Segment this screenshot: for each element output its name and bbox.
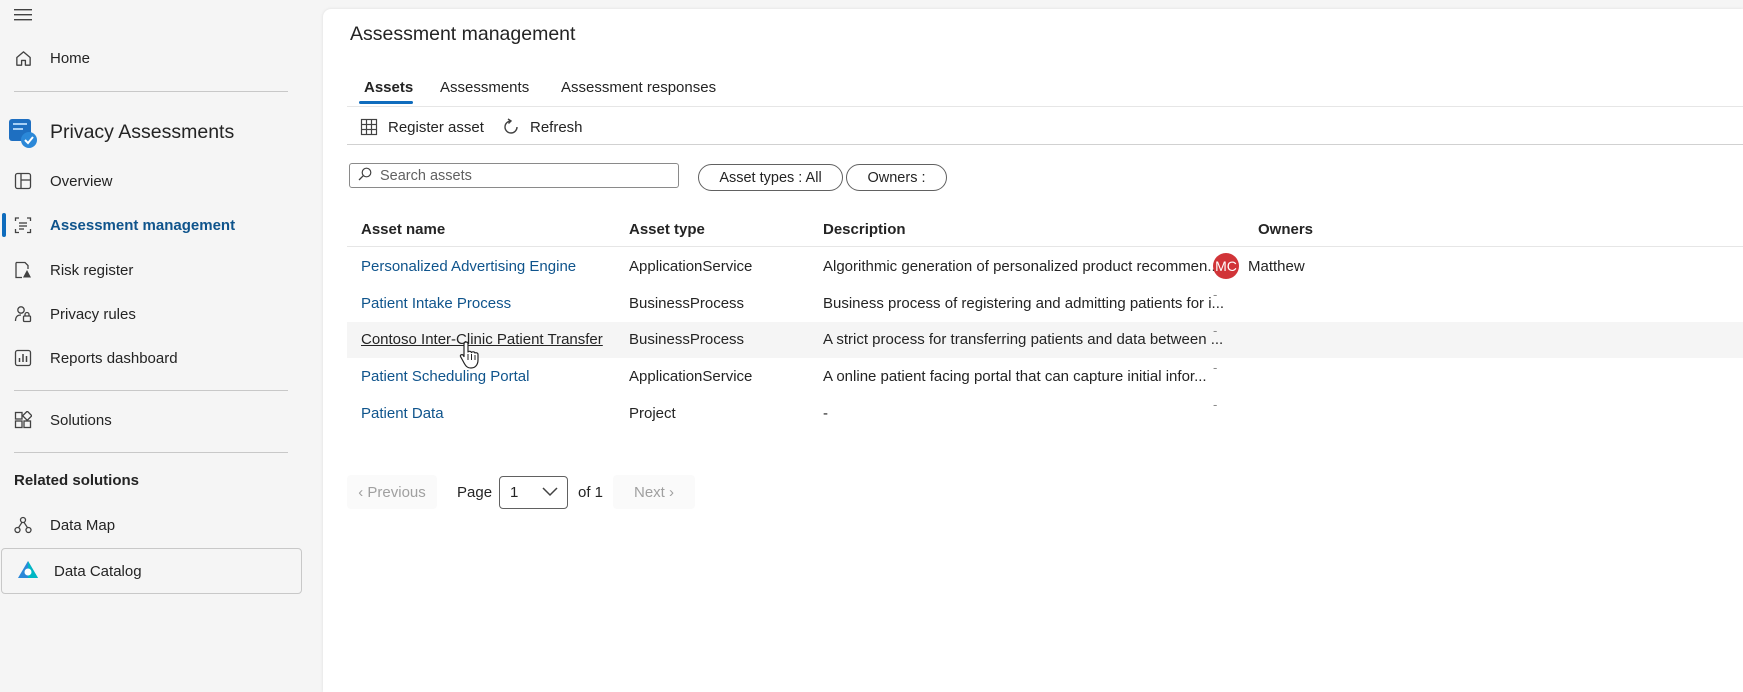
data-catalog-icon — [17, 560, 39, 584]
asset-name-link[interactable]: Personalized Advertising Engine — [361, 258, 576, 275]
table-row[interactable]: Patient Data Project - - — [347, 396, 1743, 432]
sidebar-item-risk-register[interactable]: Risk register — [0, 252, 300, 288]
privacy-rules-icon — [13, 304, 33, 324]
data-map-icon — [13, 515, 33, 535]
app-title: Privacy Assessments — [50, 121, 235, 143]
asset-type: BusinessProcess — [629, 295, 745, 312]
asset-description: - — [823, 405, 828, 422]
asset-description: A online patient facing portal that can … — [823, 368, 1207, 385]
table-row[interactable]: Personalized Advertising Engine Applicat… — [347, 249, 1743, 285]
sidebar-item-solutions[interactable]: Solutions — [0, 402, 300, 438]
reports-icon — [13, 348, 33, 368]
search-input[interactable] — [380, 167, 670, 184]
asset-type: Project — [629, 405, 676, 422]
sidebar-item-label: Overview — [50, 172, 113, 190]
sidebar-item-data-catalog[interactable]: Data Catalog — [1, 548, 302, 594]
asset-name-link[interactable]: Patient Intake Process — [361, 295, 511, 312]
next-page-button[interactable]: Next › — [613, 475, 695, 509]
sidebar-item-label: Assessment management — [50, 216, 236, 234]
sidebar-item-reports-dashboard[interactable]: Reports dashboard — [0, 340, 300, 376]
table-row[interactable]: Contoso Inter-Clinic Patient Transfer Bu… — [347, 322, 1743, 358]
column-header-description[interactable]: Description — [823, 221, 906, 238]
related-solutions-heading: Related solutions — [14, 472, 140, 489]
refresh-button[interactable]: Refresh — [501, 116, 583, 138]
refresh-label: Refresh — [530, 118, 583, 136]
search-box — [349, 163, 679, 188]
sidebar-divider — [14, 91, 288, 92]
column-header-asset-name[interactable]: Asset name — [361, 221, 445, 238]
search-icon — [358, 167, 372, 185]
asset-description: A strict process for transferring patien… — [823, 331, 1224, 348]
owner-empty: - — [1213, 397, 1218, 412]
page-label: Page — [457, 484, 493, 501]
sidebar-item-label: Privacy rules — [50, 305, 136, 323]
table-row[interactable]: Patient Intake Process BusinessProcess B… — [347, 286, 1743, 322]
page-title: Assessment management — [350, 23, 576, 45]
tab-assessment-responses[interactable]: Assessment responses — [561, 79, 716, 96]
column-header-asset-type[interactable]: Asset type — [629, 221, 705, 238]
asset-name-link[interactable]: Patient Data — [361, 405, 444, 422]
sidebar-divider — [14, 452, 288, 453]
table-header-divider — [347, 246, 1743, 247]
active-tab-indicator — [359, 101, 413, 104]
asset-description: Business process of registering and admi… — [823, 295, 1225, 312]
sidebar-item-assessment-management[interactable]: Assessment management — [0, 207, 300, 243]
sidebar-divider — [14, 390, 288, 391]
solutions-icon — [13, 410, 33, 430]
chevron-down-icon — [542, 487, 558, 497]
table-row[interactable]: Patient Scheduling Portal ApplicationSer… — [347, 359, 1743, 395]
register-asset-button[interactable]: Register asset — [359, 116, 484, 138]
tab-assessments[interactable]: Assessments — [440, 79, 529, 96]
home-icon — [13, 48, 33, 68]
asset-name-link[interactable]: Patient Scheduling Portal — [361, 368, 529, 385]
sidebar-item-label: Risk register — [50, 261, 134, 279]
sidebar-item-label: Home — [50, 49, 91, 67]
owners-filter[interactable]: Owners : — [846, 164, 947, 191]
page-select[interactable]: 1 — [499, 476, 568, 509]
owner-empty: - — [1213, 323, 1218, 338]
asset-type: ApplicationService — [629, 368, 753, 385]
owner-cell: MC Matthew — [1213, 253, 1305, 279]
risk-register-icon — [13, 260, 33, 280]
register-asset-label: Register asset — [388, 118, 484, 136]
owner-name: Matthew — [1248, 257, 1305, 275]
sidebar-item-home[interactable]: Home — [0, 40, 300, 76]
sidebar-item-data-map[interactable]: Data Map — [0, 507, 300, 543]
refresh-icon — [501, 117, 521, 137]
avatar: MC — [1213, 253, 1239, 279]
page-count: of 1 — [578, 484, 604, 501]
hand-cursor-icon — [459, 341, 479, 369]
sidebar-item-label: Solutions — [50, 411, 112, 429]
sidebar-item-overview[interactable]: Overview — [0, 163, 300, 199]
page-select-value: 1 — [510, 484, 519, 501]
toolbar-divider — [347, 144, 1743, 145]
asset-types-filter[interactable]: Asset types : All — [698, 164, 843, 191]
column-header-owners[interactable]: Owners — [1258, 221, 1313, 238]
sidebar-item-privacy-rules[interactable]: Privacy rules — [0, 296, 300, 332]
privacy-assessments-logo — [9, 119, 37, 148]
asset-type: ApplicationService — [629, 258, 753, 275]
sidebar-item-label: Reports dashboard — [50, 349, 178, 367]
hamburger-icon[interactable] — [14, 6, 34, 24]
sidebar: Home Privacy Assessments Overview Assess… — [0, 0, 322, 692]
owner-empty: - — [1213, 360, 1218, 375]
tabs-divider — [347, 106, 1743, 107]
asset-type: BusinessProcess — [629, 331, 745, 348]
sidebar-item-label: Data Catalog — [54, 563, 142, 580]
asset-description: Algorithmic generation of personalized p… — [823, 258, 1220, 275]
table-add-icon — [359, 117, 379, 137]
main-panel: Assessment management Assets Assessments… — [323, 9, 1743, 692]
overview-icon — [13, 171, 33, 191]
tab-assets[interactable]: Assets — [364, 79, 413, 96]
owner-empty: - — [1213, 287, 1218, 302]
sidebar-item-label: Data Map — [50, 516, 116, 534]
previous-page-button[interactable]: ‹ Previous — [347, 475, 437, 509]
assessment-icon — [13, 215, 33, 235]
